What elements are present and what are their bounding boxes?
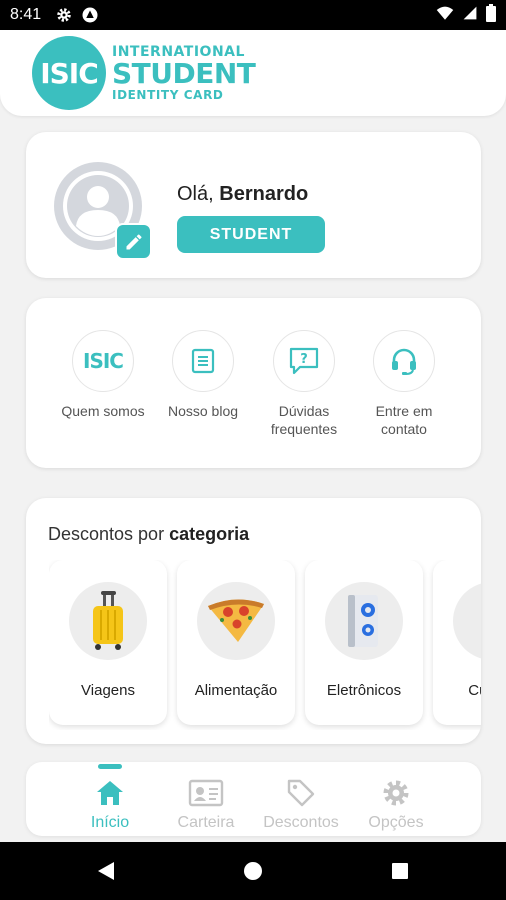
system-navigation-bar	[0, 842, 506, 900]
quick-link-label: Entre em contato	[375, 403, 433, 437]
category-viagens[interactable]: Viagens	[49, 560, 167, 725]
isic-logo: ISIC INTERNATIONAL STUDENT IDENTITY CARD	[32, 36, 256, 110]
nav-label: Descontos	[263, 814, 339, 831]
category-label: Eletrônicos	[326, 682, 402, 699]
id-card-icon	[188, 778, 224, 808]
edit-profile-button[interactable]	[115, 223, 152, 260]
category-eletronicos[interactable]: Eletrônicos	[305, 560, 423, 725]
home-icon	[95, 778, 125, 808]
blog-document-icon	[172, 330, 234, 392]
isic-logo-mark: ISIC	[32, 36, 106, 110]
headset-icon	[373, 330, 435, 392]
battery-icon	[486, 3, 496, 27]
categories-carousel[interactable]: Viagens Alimentação Eletrônicos Cursos	[49, 560, 481, 730]
wifi-icon	[436, 5, 454, 26]
quick-link-quem-somos[interactable]: ISIC Quem somos	[53, 330, 153, 420]
recents-square-icon	[392, 863, 408, 879]
quick-link-nosso-blog[interactable]: Nosso blog	[153, 330, 253, 420]
recents-button[interactable]	[370, 842, 430, 900]
quick-links-card: ISIC Quem somos Nosso blog ? Dúvidas fre…	[26, 298, 481, 468]
bottom-navigation: Início Carteira Descontos Opções	[26, 762, 481, 836]
active-tab-indicator	[98, 764, 122, 769]
quick-link-label: Nosso blog	[167, 403, 239, 419]
nav-tab-inicio[interactable]: Início	[60, 762, 160, 836]
greeting: Olá, Bernardo	[177, 183, 308, 206]
category-alimentacao[interactable]: Alimentação	[177, 560, 295, 725]
status-bar: 8:41	[0, 0, 506, 30]
logo-line-identity-card: IDENTITY CARD	[112, 88, 224, 102]
pencil-icon	[126, 233, 142, 249]
status-time: 8:41	[10, 6, 42, 23]
student-badge[interactable]: STUDENT	[177, 216, 325, 253]
nav-tab-carteira[interactable]: Carteira	[156, 762, 256, 836]
user-name: Bernardo	[219, 183, 309, 205]
pizza-icon	[197, 582, 275, 660]
cell-signal-icon	[462, 5, 478, 26]
category-label: Alimentação	[194, 682, 278, 699]
nav-tab-opcoes[interactable]: Opções	[346, 762, 446, 836]
isic-logo-wordmark: INTERNATIONAL STUDENT IDENTITY CARD	[112, 45, 256, 102]
gear-icon	[381, 778, 411, 808]
logo-line-student: STUDENT	[112, 57, 256, 90]
home-circle-icon	[244, 862, 262, 880]
suitcase-icon	[69, 582, 147, 660]
app-notification-icon	[81, 6, 99, 24]
app-header: ISIC INTERNATIONAL STUDENT IDENTITY CARD	[0, 30, 506, 116]
greeting-prefix: Olá,	[177, 183, 214, 205]
course-icon	[453, 582, 481, 660]
quick-link-label: Dúvidas frequentes	[270, 403, 338, 437]
quick-link-label: Quem somos	[61, 403, 145, 419]
discount-categories-card: Descontos por categoria Viagens Alimenta…	[26, 498, 481, 744]
nav-label: Início	[90, 814, 130, 831]
quick-link-entre-em-contato[interactable]: Entre em contato	[354, 330, 454, 438]
settings-gear-icon	[55, 6, 73, 24]
categories-title: Descontos por categoria	[48, 524, 250, 544]
svg-text:?: ?	[300, 352, 308, 367]
back-button[interactable]	[76, 842, 136, 900]
nav-label: Carteira	[177, 814, 235, 831]
speaker-icon	[325, 582, 403, 660]
tag-icon	[286, 778, 316, 808]
category-label: Cursos	[468, 682, 481, 699]
profile-card: Olá, Bernardo STUDENT	[26, 132, 481, 278]
back-triangle-icon	[98, 862, 114, 880]
nav-label: Opções	[368, 814, 424, 831]
quick-link-duvidas-frequentes[interactable]: ? Dúvidas frequentes	[254, 330, 354, 438]
isic-logo-icon: ISIC	[72, 330, 134, 392]
category-label: Viagens	[81, 682, 135, 699]
question-chat-icon: ?	[273, 330, 335, 392]
nav-tab-descontos[interactable]: Descontos	[251, 762, 351, 836]
home-system-button[interactable]	[223, 842, 283, 900]
category-cursos[interactable]: Cursos	[433, 560, 481, 725]
